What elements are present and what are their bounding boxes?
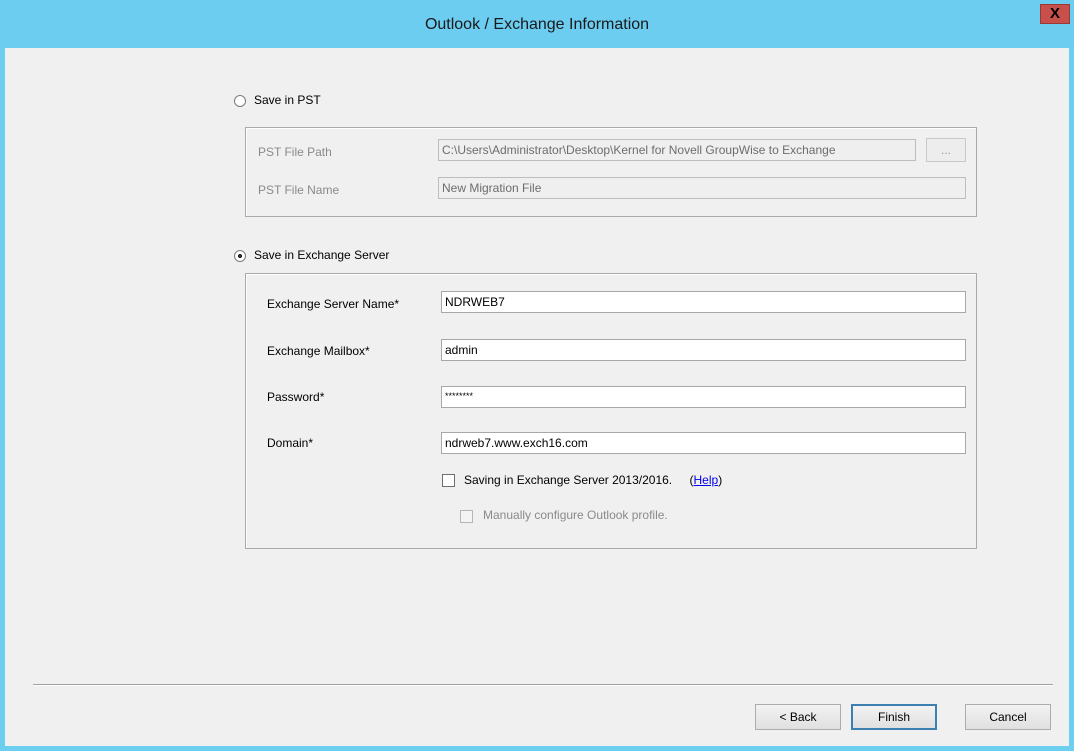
exchange-options-group: Exchange Server Name* NDRWEB7 Exchange M… <box>245 273 977 549</box>
domain-label: Domain* <box>267 436 314 450</box>
radio-selected-dot <box>238 254 242 258</box>
manual-config-label: Manually configure Outlook profile. <box>483 508 668 522</box>
save-in-exchange-label[interactable]: Save in Exchange Server <box>254 248 389 262</box>
close-button[interactable]: X <box>1040 4 1070 24</box>
pst-file-path-field[interactable]: C:\Users\Administrator\Desktop\Kernel fo… <box>438 139 916 161</box>
mailbox-field[interactable]: admin <box>441 339 966 361</box>
cancel-button[interactable]: Cancel <box>965 704 1051 730</box>
back-button[interactable]: < Back <box>755 704 841 730</box>
save-2013-checkbox[interactable] <box>442 474 455 487</box>
browse-button[interactable]: ... <box>926 138 966 162</box>
footer-separator <box>33 684 1053 686</box>
save-in-pst-label[interactable]: Save in PST <box>254 93 321 107</box>
pst-file-name-label: PST File Name <box>258 183 340 197</box>
manual-config-checkbox[interactable] <box>460 510 473 523</box>
pst-file-path-label: PST File Path <box>258 145 332 159</box>
help-close-paren: ) <box>718 473 723 487</box>
help-link[interactable]: Help <box>694 473 719 487</box>
save-2013-label: Saving in Exchange Server 2013/2016. (He… <box>464 473 722 487</box>
dialog-client-area: Save in PST PST File Path C:\Users\Admin… <box>5 48 1069 746</box>
window-title: Outlook / Exchange Information <box>424 16 650 33</box>
pst-file-name-field[interactable]: New Migration File <box>438 177 966 199</box>
finish-button[interactable]: Finish <box>851 704 937 730</box>
save-2013-text: Saving in Exchange Server 2013/2016. <box>464 473 673 487</box>
password-field[interactable]: ******** <box>441 386 966 408</box>
password-label: Password* <box>267 390 325 404</box>
mailbox-label: Exchange Mailbox* <box>267 344 370 358</box>
server-name-label: Exchange Server Name* <box>267 297 400 311</box>
server-name-field[interactable]: NDRWEB7 <box>441 291 966 313</box>
save-in-exchange-radio[interactable] <box>234 250 246 262</box>
title-bar: Outlook / Exchange Information X <box>0 0 1074 48</box>
save-in-pst-radio[interactable] <box>234 95 246 107</box>
pst-options-group: PST File Path C:\Users\Administrator\Des… <box>245 127 977 217</box>
domain-field[interactable]: ndrweb7.www.exch16.com <box>441 432 966 454</box>
